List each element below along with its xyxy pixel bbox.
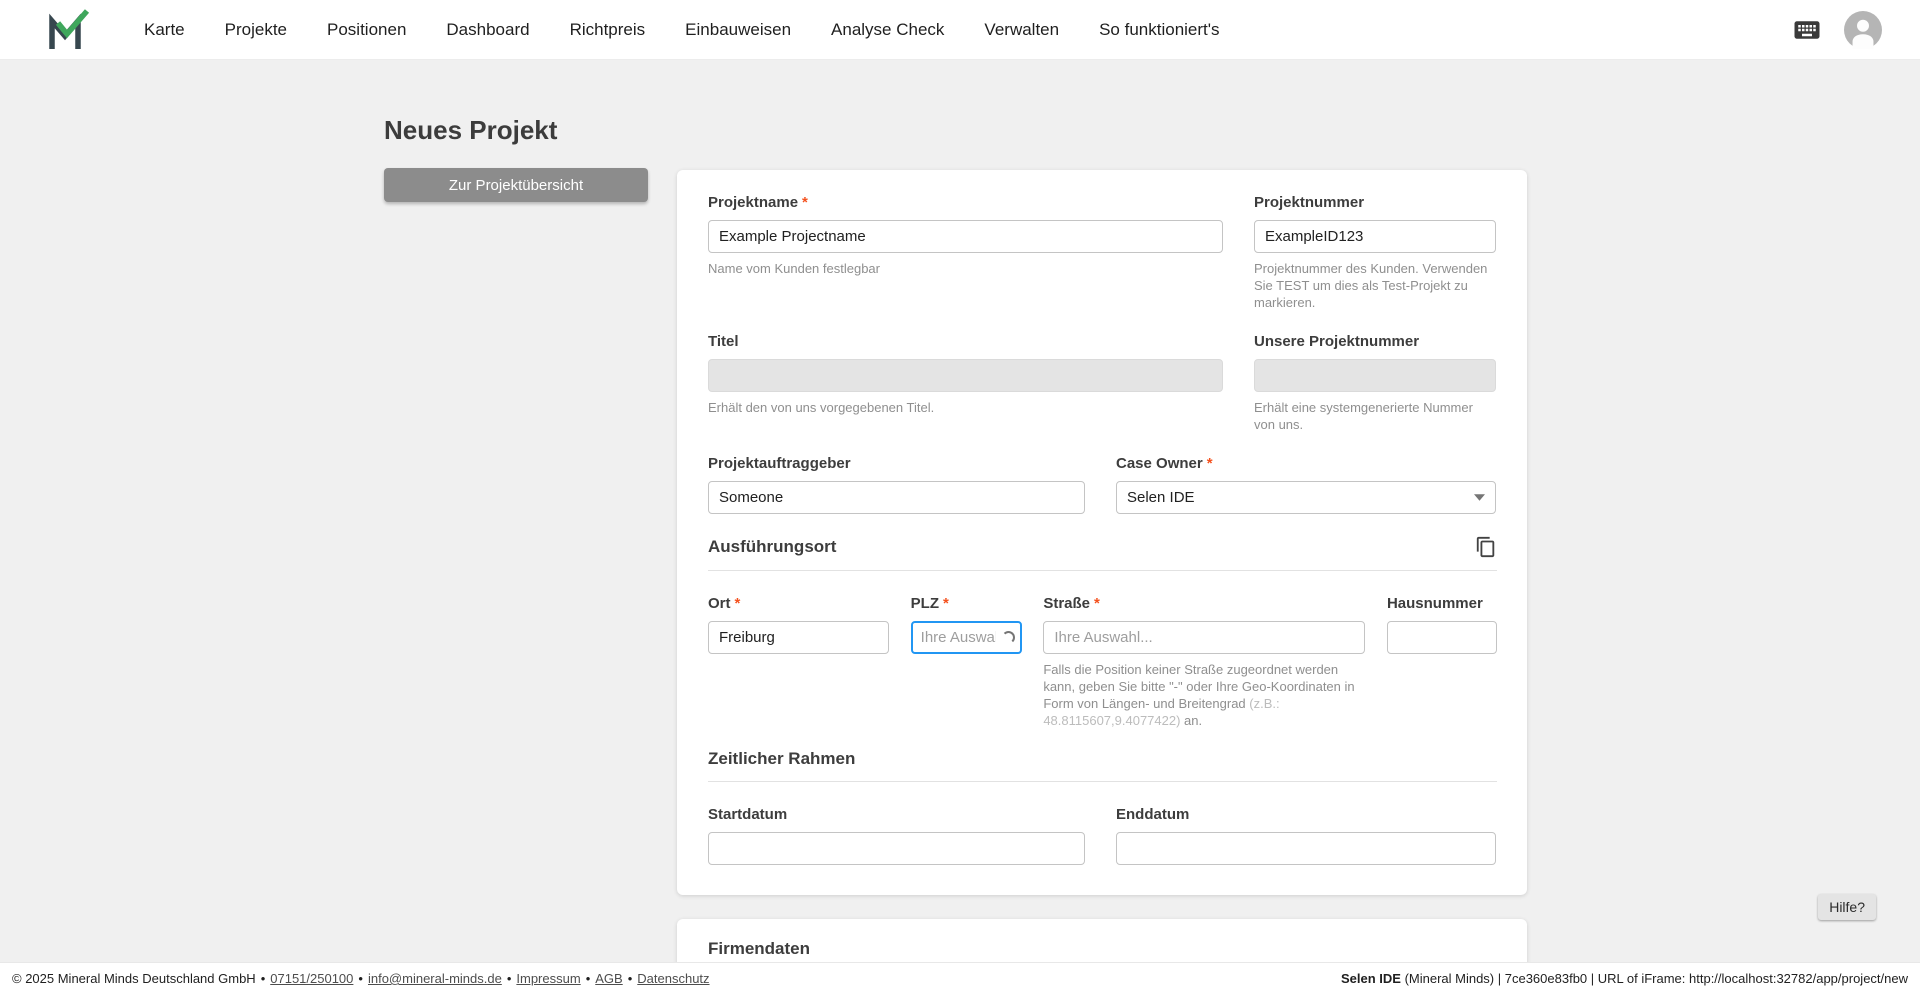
field-enddatum: Enddatum xyxy=(1116,806,1496,865)
nav-item-so-funktionierts[interactable]: So funktioniert's xyxy=(1099,20,1219,40)
titel-helper: Erhält den von uns vorgegebenen Titel. xyxy=(708,400,935,415)
footer-link-email[interactable]: info@mineral-minds.de xyxy=(368,971,502,986)
nav-item-karte[interactable]: Karte xyxy=(144,20,185,40)
form-cards-column: Projektname* Name vom Kunden festlegbar … xyxy=(677,170,1527,994)
field-ort: Ort * xyxy=(708,595,889,729)
section-zeitlicher-rahmen: Zeitlicher Rahmen xyxy=(708,749,1497,782)
projektauftraggeber-label: Projektauftraggeber xyxy=(708,455,851,472)
footer-separator: • xyxy=(358,971,363,986)
footer: © 2025 Mineral Minds Deutschland GmbH • … xyxy=(0,962,1920,994)
app-root: Karte Projekte Positionen Dashboard Rich… xyxy=(0,0,1920,994)
nav-item-verwalten[interactable]: Verwalten xyxy=(984,20,1059,40)
startdatum-input[interactable] xyxy=(708,832,1085,865)
strasse-helper: Falls die Position keiner Straße zugeord… xyxy=(1043,662,1355,728)
project-overview-button[interactable]: Zur Projektübersicht xyxy=(384,168,648,202)
nav-item-analyse-check[interactable]: Analyse Check xyxy=(831,20,944,40)
unsere-projektnummer-label: Unsere Projektnummer xyxy=(1254,333,1420,350)
copyright-text: © 2025 Mineral Minds Deutschland GmbH xyxy=(12,971,256,986)
titel-input xyxy=(708,359,1223,392)
session-user: Selen IDE xyxy=(1340,971,1401,986)
projektnummer-label: Projektnummer xyxy=(1254,194,1365,211)
firmendaten-heading: Firmendaten xyxy=(708,939,811,958)
project-form-card: Projektname* Name vom Kunden festlegbar … xyxy=(677,170,1527,895)
field-case-owner: Case Owner * Selen IDE xyxy=(1116,455,1496,514)
required-marker: * xyxy=(1094,595,1100,612)
page-title: Neues Projekt xyxy=(384,115,558,145)
field-strasse: Straße* Falls die Position keiner Straße… xyxy=(1043,595,1366,729)
enddatum-label: Enddatum xyxy=(1116,806,1190,823)
required-marker: * xyxy=(734,595,741,612)
section-ausfuehrungsort: Ausführungsort xyxy=(708,536,1497,571)
iframe-info: Selen IDE (Mineral Minds) | 7ce360e83fb0… xyxy=(1341,971,1908,986)
enddatum-input[interactable] xyxy=(1116,832,1496,865)
unsere-projektnummer-input xyxy=(1254,359,1496,392)
unsere-projektnummer-helper: Erhält eine systemgenerierte Nummer von … xyxy=(1254,400,1473,432)
hausnummer-input[interactable] xyxy=(1386,621,1497,654)
nav-item-projekte[interactable]: Projekte xyxy=(225,20,287,40)
nav-item-richtpreis[interactable]: Richtpreis xyxy=(570,20,646,40)
content-area: Neues Projekt Zur Projektübersicht Proje… xyxy=(0,60,1920,994)
field-projektauftraggeber: Projektauftraggeber xyxy=(708,455,1085,514)
ort-input[interactable] xyxy=(708,621,889,654)
required-marker: * xyxy=(943,595,949,612)
case-owner-select[interactable]: Selen IDE xyxy=(1116,481,1496,514)
projektauftraggeber-input[interactable] xyxy=(708,481,1085,514)
plz-label: PLZ * xyxy=(910,595,949,612)
footer-left: © 2025 Mineral Minds Deutschland GmbH • … xyxy=(12,971,710,986)
strasse-input[interactable] xyxy=(1043,621,1366,654)
strasse-label: Straße * xyxy=(1043,595,1100,612)
field-titel: Titel Erhält den von uns vorgegebenen Ti… xyxy=(708,333,1223,433)
field-startdatum: Startdatum xyxy=(708,806,1085,865)
keyboard-icon[interactable] xyxy=(1792,15,1822,45)
help-button[interactable]: Hilfe? xyxy=(1818,894,1876,920)
footer-link-agb[interactable]: AGB xyxy=(595,971,622,986)
required-marker: * xyxy=(1206,455,1213,472)
footer-link-phone[interactable]: 07151/250100 xyxy=(270,971,353,986)
footer-separator: • xyxy=(585,971,591,986)
footer-link-impressum[interactable]: Impressum xyxy=(516,971,580,986)
case-owner-label: Case Owner * xyxy=(1116,455,1213,472)
field-projektnummer: Projektnummer Projektnummer des Kunden. … xyxy=(1254,194,1496,311)
projektname-helper: Name vom Kunden festlegbar xyxy=(708,261,880,276)
footer-link-datenschutz[interactable]: Datenschutz xyxy=(637,971,709,986)
user-avatar[interactable] xyxy=(1844,10,1882,49)
nav-item-einbauweisen[interactable]: Einbauweisen xyxy=(685,20,791,40)
footer-separator: • xyxy=(260,971,266,986)
projektname-label: Projektname * xyxy=(708,194,808,211)
field-plz: PLZ * xyxy=(910,595,1022,729)
main-nav: Karte Projekte Positionen Dashboard Rich… xyxy=(144,20,1220,40)
top-navbar: Karte Projekte Positionen Dashboard Rich… xyxy=(0,0,1920,60)
projektnummer-helper: Projektnummer des Kunden. Verwenden Sie … xyxy=(1254,261,1488,310)
chevron-down-icon xyxy=(1474,494,1485,501)
ausfuehrungsort-heading: Ausführungsort xyxy=(708,537,837,556)
nav-item-dashboard[interactable]: Dashboard xyxy=(446,20,529,40)
case-owner-value: Selen IDE xyxy=(1127,489,1195,506)
navbar-actions xyxy=(1792,10,1882,49)
session-details: (Mineral Minds) | 7ce360e83fb0 | URL of … xyxy=(1400,971,1908,986)
titel-label: Titel xyxy=(708,333,739,350)
mineral-minds-logo-icon[interactable] xyxy=(46,8,90,52)
footer-separator: • xyxy=(627,971,633,986)
projektname-input[interactable] xyxy=(708,220,1223,253)
ort-label: Ort * xyxy=(708,595,741,612)
required-marker: * xyxy=(802,194,808,211)
nav-item-positionen[interactable]: Positionen xyxy=(327,20,406,40)
footer-separator: • xyxy=(506,971,512,986)
field-unsere-projektnummer: Unsere Projektnummer Erhält eine systemg… xyxy=(1254,333,1496,433)
startdatum-label: Startdatum xyxy=(708,806,788,823)
zeitlicher-rahmen-heading: Zeitlicher Rahmen xyxy=(708,749,856,768)
field-hausnummer: Hausnummer xyxy=(1386,595,1497,729)
loading-spinner-icon xyxy=(1001,630,1015,644)
field-projektname: Projektname* Name vom Kunden festlegbar xyxy=(708,194,1223,311)
copy-icon[interactable] xyxy=(1475,536,1497,558)
hausnummer-label: Hausnummer xyxy=(1386,595,1483,612)
projektnummer-input[interactable] xyxy=(1254,220,1496,253)
